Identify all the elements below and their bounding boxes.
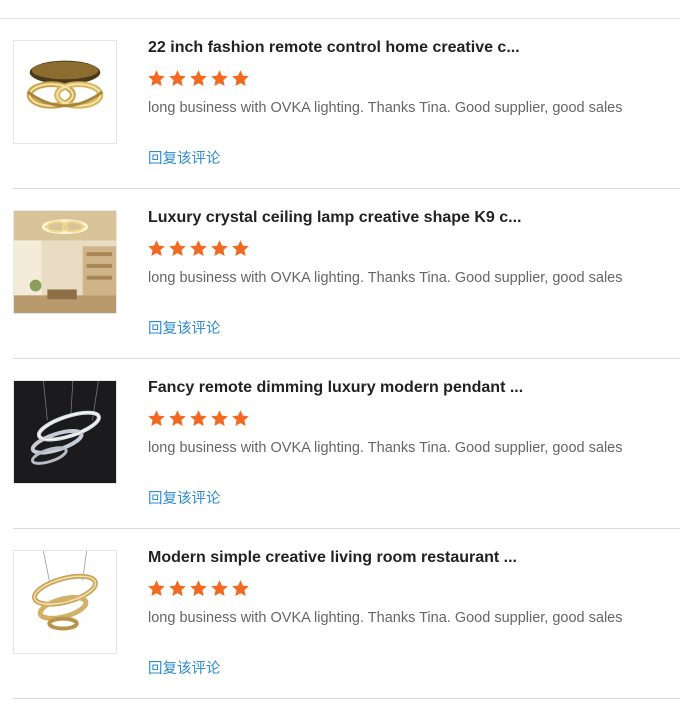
star-icon <box>190 410 207 427</box>
star-icon <box>169 240 186 257</box>
product-thumbnail[interactable] <box>13 550 117 654</box>
product-thumbnail[interactable] <box>13 380 117 484</box>
review-item: Modern simple creative living room resta… <box>0 529 680 699</box>
star-icon <box>211 70 228 87</box>
star-icon <box>148 240 165 257</box>
star-icon <box>148 70 165 87</box>
review-comment: long business with OVKA lighting. Thanks… <box>148 100 623 116</box>
star-rating <box>147 69 250 89</box>
product-thumbnail[interactable] <box>13 210 117 314</box>
star-icon <box>169 580 186 597</box>
reply-link[interactable]: 回复该评论 <box>148 487 221 508</box>
star-icon <box>232 70 249 87</box>
product-title[interactable]: Modern simple creative living room resta… <box>148 549 668 567</box>
product-thumbnail[interactable] <box>13 40 117 144</box>
star-rating <box>147 409 250 429</box>
star-icon <box>169 70 186 87</box>
star-icon <box>232 410 249 427</box>
star-rating <box>147 239 250 259</box>
lamp-image <box>14 381 116 483</box>
product-title[interactable]: Luxury crystal ceiling lamp creative sha… <box>148 209 668 227</box>
review-divider <box>13 698 680 699</box>
star-icon <box>190 70 207 87</box>
reply-link[interactable]: 回复该评论 <box>148 317 221 338</box>
review-comment: long business with OVKA lighting. Thanks… <box>148 440 623 456</box>
review-comment: long business with OVKA lighting. Thanks… <box>148 610 623 626</box>
star-icon <box>232 240 249 257</box>
lamp-image <box>14 551 116 653</box>
star-icon <box>232 580 249 597</box>
review-item: Luxury crystal ceiling lamp creative sha… <box>0 189 680 359</box>
star-icon <box>148 410 165 427</box>
star-icon <box>211 410 228 427</box>
reply-link[interactable]: 回复该评论 <box>148 147 221 168</box>
star-icon <box>148 580 165 597</box>
reply-link[interactable]: 回复该评论 <box>148 657 221 678</box>
review-item: 22 inch fashion remote control home crea… <box>0 19 680 189</box>
review-item: Fancy remote dimming luxury modern penda… <box>0 359 680 529</box>
lamp-image <box>14 211 116 313</box>
star-icon <box>169 410 186 427</box>
star-icon <box>211 240 228 257</box>
star-icon <box>190 580 207 597</box>
product-title[interactable]: Fancy remote dimming luxury modern penda… <box>148 379 668 397</box>
star-icon <box>190 240 207 257</box>
product-title[interactable]: 22 inch fashion remote control home crea… <box>148 39 668 57</box>
review-comment: long business with OVKA lighting. Thanks… <box>148 270 623 286</box>
star-icon <box>211 580 228 597</box>
lamp-image <box>14 41 116 143</box>
star-rating <box>147 579 250 599</box>
